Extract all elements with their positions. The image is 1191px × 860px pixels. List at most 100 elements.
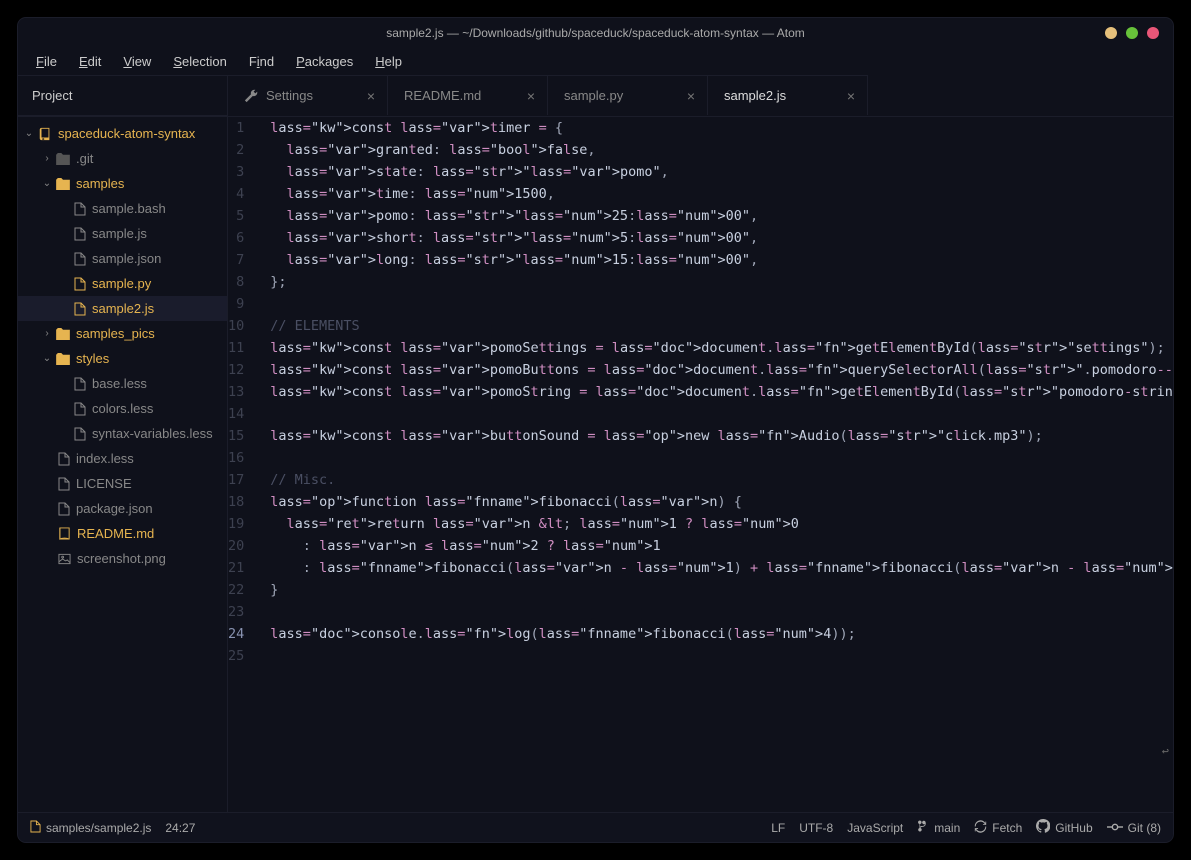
- folder-icon: [56, 178, 70, 190]
- app-window: sample2.js — ~/Downloads/github/spaceduc…: [18, 18, 1173, 842]
- tree-item-sample-py[interactable]: sample.py: [18, 271, 227, 296]
- tab-label: README.md: [404, 88, 481, 103]
- status-github[interactable]: GitHub: [1036, 819, 1092, 836]
- body: ⌄ spaceduck-atom-syntax › .git ⌄ samples: [18, 117, 1173, 812]
- tree-item-readme[interactable]: README.md: [18, 521, 227, 546]
- status-encoding[interactable]: UTF-8: [799, 821, 833, 835]
- close-tab-icon[interactable]: ×: [367, 88, 375, 104]
- tab-sample2-js[interactable]: sample2.js ×: [708, 75, 868, 115]
- close-button[interactable]: [1147, 27, 1159, 39]
- tab-sample-py[interactable]: sample.py ×: [548, 75, 708, 115]
- close-tab-icon[interactable]: ×: [847, 88, 855, 104]
- status-file[interactable]: samples/sample2.js: [30, 820, 151, 836]
- tree-label: spaceduck-atom-syntax: [58, 126, 195, 141]
- tree-label: colors.less: [92, 401, 153, 416]
- tree-item-sample-bash[interactable]: sample.bash: [18, 196, 227, 221]
- menu-packages[interactable]: Packages: [286, 50, 363, 73]
- branch-icon: [917, 819, 929, 836]
- github-icon: [1036, 819, 1050, 836]
- close-tab-icon[interactable]: ×: [687, 88, 695, 104]
- tab-label: sample2.js: [724, 88, 786, 103]
- tree-label: index.less: [76, 451, 134, 466]
- menubar: File Edit View Selection Find Packages H…: [18, 48, 1173, 75]
- book-icon: [58, 527, 71, 540]
- tree-label: sample2.js: [92, 301, 154, 316]
- tree-item-samples[interactable]: ⌄ samples: [18, 171, 227, 196]
- file-icon: [58, 477, 70, 491]
- tree-item-sample-js[interactable]: sample.js: [18, 221, 227, 246]
- status-github-label: GitHub: [1055, 821, 1092, 835]
- file-icon: [74, 302, 86, 316]
- image-icon: [58, 553, 71, 565]
- status-fetch[interactable]: Fetch: [974, 820, 1022, 836]
- folder-icon: [56, 153, 70, 165]
- project-panel-header[interactable]: Project: [18, 75, 228, 116]
- status-branch[interactable]: main: [917, 819, 960, 836]
- tree-item-sample2-js[interactable]: sample2.js: [18, 296, 227, 321]
- tree-item-git[interactable]: › .git: [18, 146, 227, 171]
- tree-item-sample-json[interactable]: sample.json: [18, 246, 227, 271]
- status-language[interactable]: JavaScript: [847, 821, 903, 835]
- tree-item-package-json[interactable]: package.json: [18, 496, 227, 521]
- tab-label: sample.py: [564, 88, 623, 103]
- tab-settings[interactable]: Settings ×: [228, 75, 388, 115]
- repo-icon: [38, 127, 52, 141]
- status-cursor[interactable]: 24:27: [165, 821, 195, 835]
- file-icon: [74, 377, 86, 391]
- tab-readme[interactable]: README.md ×: [388, 75, 548, 115]
- tree-label: screenshot.png: [77, 551, 166, 566]
- status-git-label: Git (8): [1128, 821, 1161, 835]
- menu-help[interactable]: Help: [365, 50, 412, 73]
- editor[interactable]: 1234567891011121314151617181920212223242…: [228, 117, 1173, 812]
- close-tab-icon[interactable]: ×: [527, 88, 535, 104]
- menu-view[interactable]: View: [113, 50, 161, 73]
- tab-label: Settings: [266, 88, 313, 103]
- tree-item-license[interactable]: LICENSE: [18, 471, 227, 496]
- tree-item-samples-pics[interactable]: › samples_pics: [18, 321, 227, 346]
- status-line-ending[interactable]: LF: [771, 821, 785, 835]
- chevron-down-icon[interactable]: ⌄: [42, 178, 52, 189]
- tree-item-colors-less[interactable]: colors.less: [18, 396, 227, 421]
- tree-label: syntax-variables.less: [92, 426, 213, 441]
- file-icon: [58, 452, 70, 466]
- tree-item-base-less[interactable]: base.less: [18, 371, 227, 396]
- folder-icon: [56, 353, 70, 365]
- menu-edit[interactable]: Edit: [69, 50, 111, 73]
- file-icon: [74, 227, 86, 241]
- file-icon: [74, 252, 86, 266]
- tree-label: sample.bash: [92, 201, 166, 216]
- file-tree[interactable]: ⌄ spaceduck-atom-syntax › .git ⌄ samples: [18, 117, 228, 812]
- tree-label: samples_pics: [76, 326, 155, 341]
- tree-root[interactable]: ⌄ spaceduck-atom-syntax: [18, 121, 227, 146]
- tree-label: sample.py: [92, 276, 151, 291]
- maximize-button[interactable]: [1126, 27, 1138, 39]
- file-icon: [74, 202, 86, 216]
- git-commit-icon: [1107, 821, 1123, 835]
- menu-selection[interactable]: Selection: [163, 50, 236, 73]
- menu-find[interactable]: Find: [239, 50, 284, 73]
- minimize-button[interactable]: [1105, 27, 1117, 39]
- sync-icon: [974, 820, 987, 836]
- tabs-row: Project Settings × README.md × sample.py…: [18, 75, 1173, 117]
- status-file-path: samples/sample2.js: [46, 821, 151, 835]
- code-area[interactable]: lass="kw">const lass="var">timer = { las…: [254, 117, 1173, 812]
- tree-label: .git: [76, 151, 93, 166]
- status-branch-label: main: [934, 821, 960, 835]
- file-icon: [74, 277, 86, 291]
- tree-label: sample.json: [92, 251, 161, 266]
- tree-item-screenshot[interactable]: screenshot.png: [18, 546, 227, 571]
- status-git[interactable]: Git (8): [1107, 821, 1161, 835]
- file-icon: [58, 502, 70, 516]
- tree-item-styles[interactable]: ⌄ styles: [18, 346, 227, 371]
- tree-label: README.md: [77, 526, 154, 541]
- tree-label: styles: [76, 351, 109, 366]
- chevron-right-icon[interactable]: ›: [42, 328, 52, 339]
- tree-label: package.json: [76, 501, 153, 516]
- chevron-down-icon[interactable]: ⌄: [24, 128, 34, 139]
- tree-item-syntax-vars-less[interactable]: syntax-variables.less: [18, 421, 227, 446]
- chevron-down-icon[interactable]: ⌄: [42, 353, 52, 364]
- menu-file[interactable]: File: [26, 50, 67, 73]
- window-title: sample2.js — ~/Downloads/github/spaceduc…: [386, 26, 805, 40]
- chevron-right-icon[interactable]: ›: [42, 153, 52, 164]
- tree-item-index-less[interactable]: index.less: [18, 446, 227, 471]
